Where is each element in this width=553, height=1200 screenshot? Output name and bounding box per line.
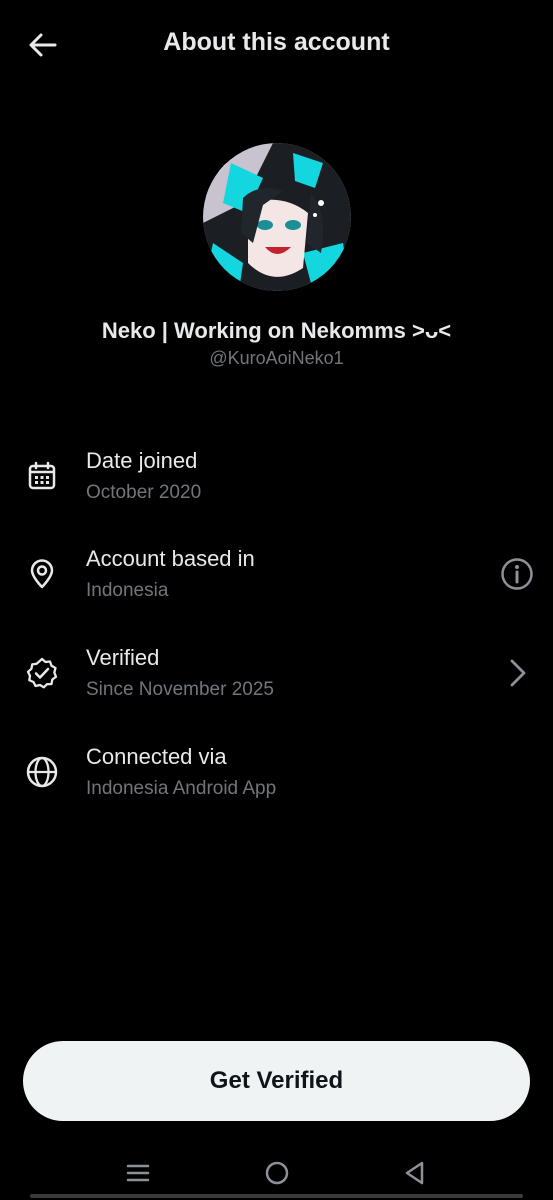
display-name: Neko | Working on Nekomms ˃ᴗ˂ [101, 318, 452, 343]
row-verified[interactable]: Verified Since November 2025 [0, 643, 553, 723]
menu-icon [126, 1164, 150, 1182]
row-subtitle: Indonesia Android App [86, 778, 277, 799]
system-navigation-bar [0, 1145, 553, 1200]
back-triangle-icon [405, 1161, 424, 1185]
row-title: Date joined [86, 448, 198, 473]
info-icon [501, 558, 533, 590]
row-title: Connected via [86, 744, 227, 769]
verified-badge-icon [22, 653, 62, 693]
row-subtitle: Since November 2025 [86, 679, 274, 700]
globe-icon [22, 752, 62, 792]
row-subtitle: Indonesia [86, 580, 169, 601]
row-title: Verified [86, 645, 160, 670]
row-title: Account based in [86, 546, 255, 571]
row-subtitle: October 2020 [86, 482, 202, 503]
username-handle: @KuroAoiNeko1 [209, 348, 344, 368]
get-verified-button[interactable]: Get Verified [23, 1041, 530, 1121]
top-bar: About this account [0, 0, 553, 90]
page-title: About this account [163, 28, 390, 56]
home-circle-icon [265, 1161, 289, 1185]
gesture-bar [30, 1194, 523, 1198]
info-button[interactable] [497, 554, 537, 594]
avatar-image [203, 143, 351, 291]
row-date-joined: Date joined October 2020 [0, 446, 553, 526]
system-back-button[interactable] [395, 1153, 435, 1193]
recent-apps-button[interactable] [118, 1153, 158, 1193]
row-account-based-in: Account based in Indonesia [0, 544, 553, 624]
profile-avatar[interactable] [203, 143, 351, 291]
home-button[interactable] [257, 1153, 297, 1193]
chevron-right-icon [497, 653, 537, 693]
location-pin-icon [22, 554, 62, 594]
calendar-icon [22, 456, 62, 496]
row-connected-via: Connected via Indonesia Android App [0, 742, 553, 822]
